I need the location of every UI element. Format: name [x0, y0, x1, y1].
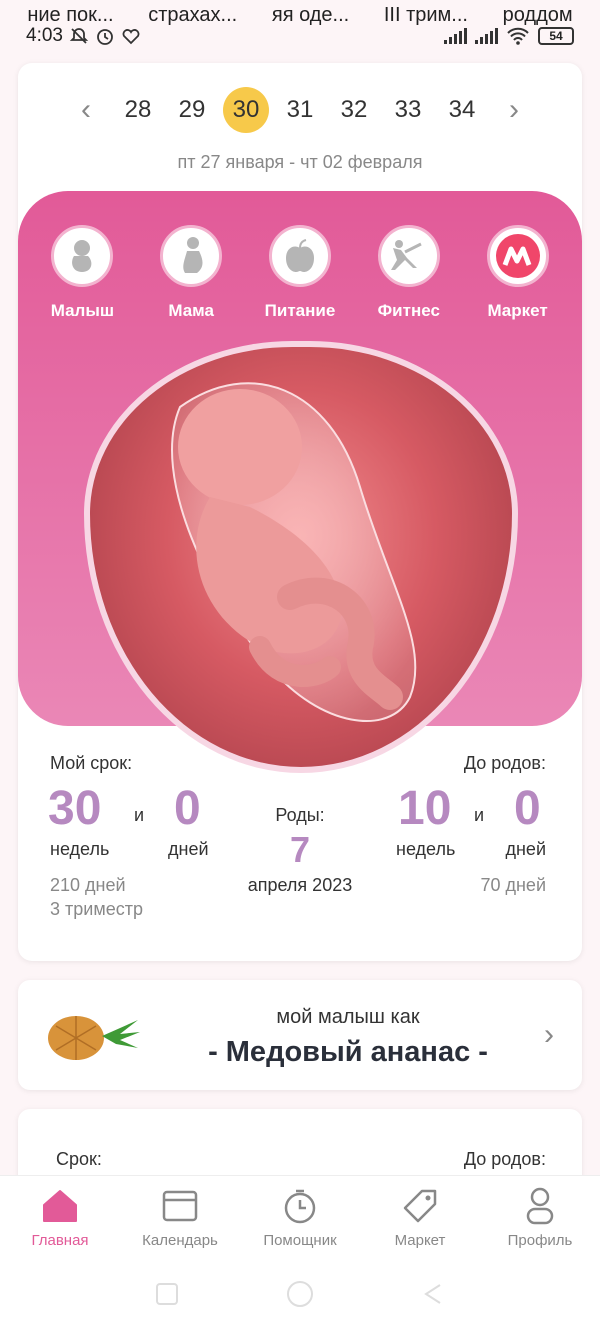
market-logo-icon	[495, 234, 540, 278]
week-29[interactable]: 29	[169, 87, 215, 133]
category-nutrition[interactable]: Питание	[252, 225, 348, 321]
tag-icon	[403, 1189, 437, 1223]
total-days: 210 дней	[50, 875, 126, 895]
mother-icon	[183, 237, 203, 273]
category-baby[interactable]: Малыш	[34, 225, 130, 321]
to-birth-label: До родов:	[463, 753, 546, 773]
pregnancy-card: ‹ 28 29 30 31 32 33 34 › пт 27 января - …	[18, 63, 582, 961]
back-icon[interactable]	[420, 1281, 446, 1307]
next-week-button[interactable]: ›	[489, 93, 539, 127]
chevron-right-icon: ›	[544, 1018, 554, 1051]
fitness-icon	[390, 240, 422, 270]
category-mother[interactable]: Мама	[143, 225, 239, 321]
my-term-label: Мой срок:	[50, 753, 133, 773]
system-nav-bar	[0, 1255, 600, 1332]
week-31[interactable]: 31	[277, 87, 323, 133]
battery-icon: 54	[538, 27, 574, 45]
nav-label: Календарь	[142, 1232, 218, 1249]
week-selector: ‹ 28 29 30 31 32 33 34 ›	[18, 87, 582, 133]
week-33[interactable]: 33	[385, 87, 431, 133]
birth-month-year: апреля 2023	[247, 875, 353, 895]
home-circle-icon[interactable]	[285, 1279, 315, 1309]
signal-icon	[475, 28, 498, 44]
term-label: Срок:	[56, 1149, 102, 1169]
nav-profile[interactable]: Профиль	[480, 1176, 600, 1255]
weeks-value: 30	[48, 782, 102, 835]
bottom-nav: Главная Календарь Помощник Маркет Профил…	[0, 1175, 600, 1255]
and-label: и	[474, 805, 485, 825]
category-fitness[interactable]: Фитнес	[361, 225, 457, 321]
home-icon	[43, 1190, 77, 1222]
nav-label: Помощник	[263, 1232, 337, 1249]
signal-icon	[444, 28, 467, 44]
baby-size-card[interactable]: мой малыш как - Медовый ананас - ›	[18, 980, 582, 1090]
category-market[interactable]: Маркет	[470, 225, 566, 321]
category-label: Мама	[168, 301, 214, 320]
timer-icon	[284, 1189, 316, 1224]
clock: 4:03	[26, 25, 63, 46]
calendar-icon	[162, 1190, 198, 1222]
category-row: Малыш Мама Питание Фитнес Маркет	[18, 225, 582, 321]
and-label: и	[134, 805, 145, 825]
profile-icon	[526, 1187, 554, 1225]
alarm-icon	[97, 29, 113, 45]
remain-total-days: 70 дней	[480, 875, 546, 895]
heart-icon	[122, 29, 140, 45]
nav-label: Главная	[31, 1232, 89, 1249]
baby-icon	[72, 240, 92, 272]
pineapple-icon	[48, 1016, 140, 1060]
to-birth-label: До родов:	[463, 1149, 546, 1169]
week-34[interactable]: 34	[439, 87, 485, 133]
week-28[interactable]: 28	[115, 87, 161, 133]
nav-calendar[interactable]: Календарь	[120, 1176, 240, 1255]
remain-weeks-value: 10	[398, 782, 452, 835]
nav-label: Маркет	[394, 1232, 446, 1249]
trimester: 3 триместр	[50, 899, 143, 919]
nav-home[interactable]: Главная	[0, 1176, 120, 1255]
days-value: 0	[174, 782, 201, 835]
date-range: пт 27 января - чт 02 февраля	[177, 152, 423, 172]
category-label: Фитнес	[377, 301, 440, 320]
remain-days-value: 0	[514, 782, 541, 835]
remain-weeks-unit: недель	[396, 839, 456, 859]
category-label: Маркет	[487, 301, 548, 320]
baby-card-title: - Медовый ананас -	[208, 1036, 488, 1068]
nav-assistant[interactable]: Помощник	[240, 1176, 360, 1255]
birth-label: Роды:	[275, 805, 325, 825]
week-30[interactable]: 30	[223, 87, 269, 133]
wifi-icon	[507, 27, 529, 45]
category-label: Питание	[264, 301, 336, 320]
remain-days-unit: дней	[505, 839, 546, 859]
weeks-unit: недель	[50, 839, 110, 859]
nav-market[interactable]: Маркет	[360, 1176, 480, 1255]
term-stats: Мой срок: 30 и 0 недель дней 210 дней 3 …	[18, 753, 582, 953]
prev-week-button[interactable]: ‹	[61, 93, 111, 127]
week-32[interactable]: 32	[331, 87, 377, 133]
recent-apps-icon[interactable]	[154, 1281, 180, 1307]
status-bar: 4:03 54	[0, 22, 600, 50]
days-unit: дней	[168, 839, 209, 859]
baby-card-subtitle: мой малыш как	[276, 1006, 420, 1028]
bell-off-icon	[69, 28, 89, 44]
birth-day: 7	[289, 829, 311, 870]
apple-icon	[285, 239, 314, 272]
nav-label: Профиль	[507, 1232, 573, 1249]
category-label: Малыш	[50, 301, 115, 320]
